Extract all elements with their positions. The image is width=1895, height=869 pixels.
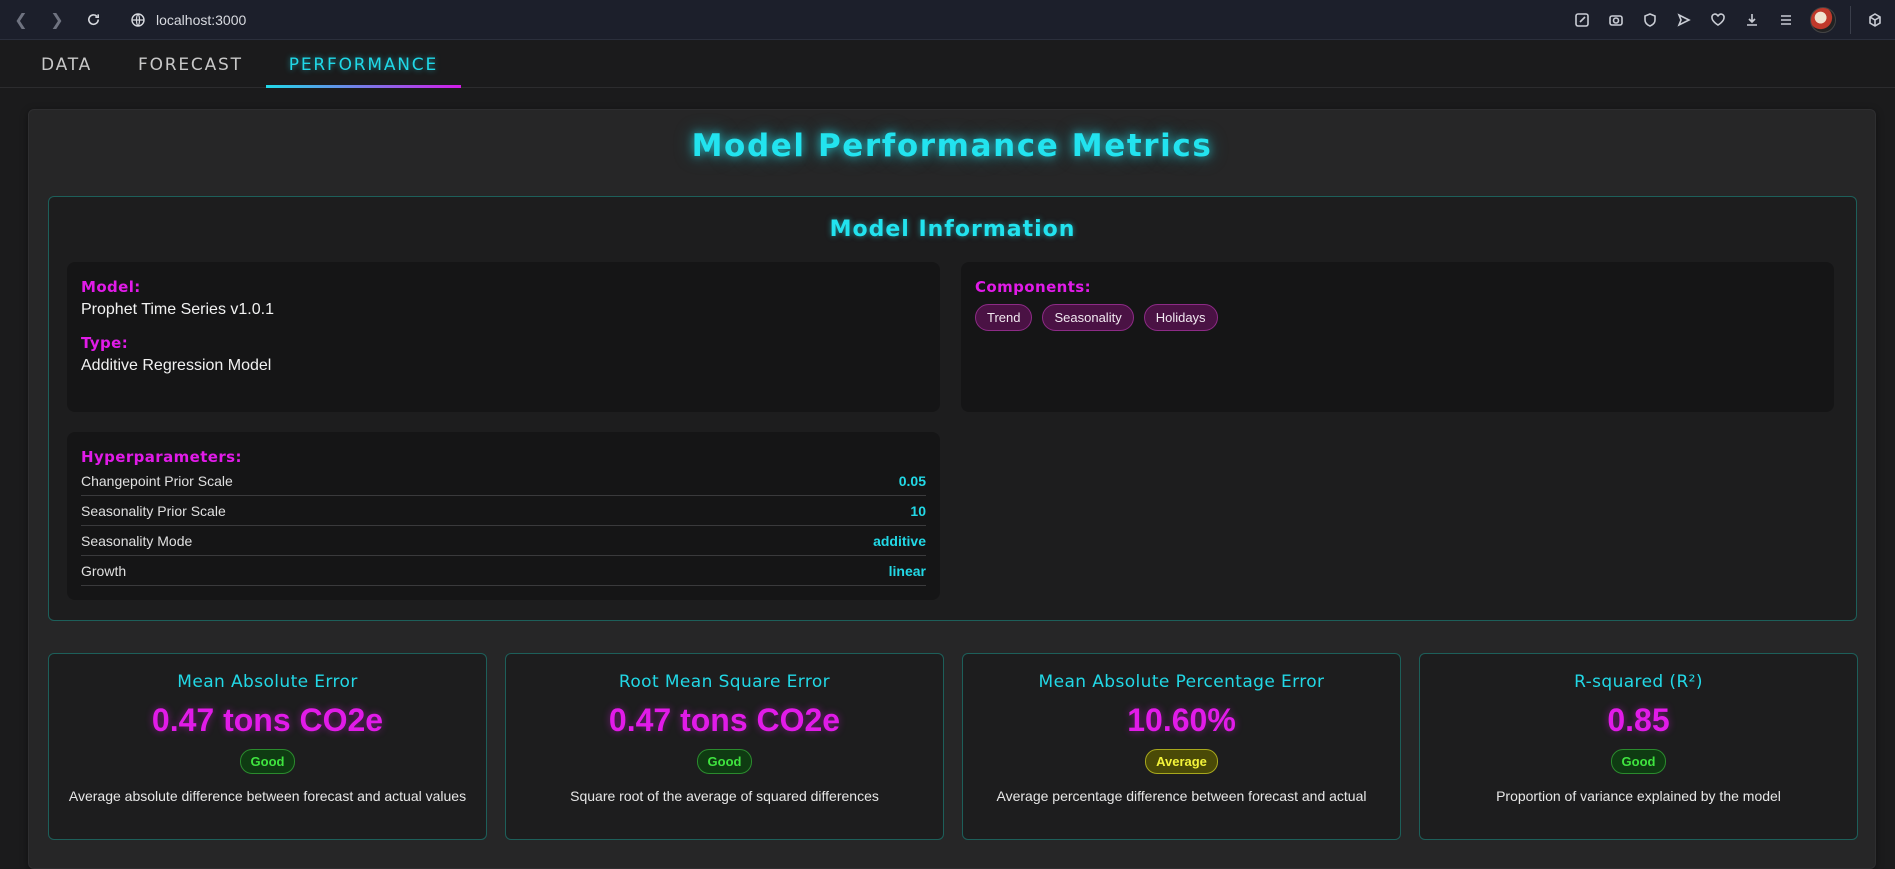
shield-icon[interactable] (1640, 10, 1660, 30)
edit-icon[interactable] (1572, 10, 1592, 30)
hyperparameter-value: 10 (910, 502, 926, 519)
tab-bar: DATA FORECAST PERFORMANCE (0, 40, 1895, 88)
model-card: Model: Prophet Time Series v1.0.1 Type: … (67, 262, 940, 412)
hyperparameter-value: linear (888, 562, 926, 579)
components-list: Trend Seasonality Holidays (975, 304, 1820, 331)
metric-name: R-squared (R²) (1574, 672, 1703, 692)
model-information-title: Model Information (829, 217, 1076, 242)
component-chip: Trend (975, 304, 1033, 331)
browser-toolbar: ❮ ❯ localhost:3000 (0, 0, 1895, 40)
download-icon[interactable] (1742, 10, 1762, 30)
metric-name: Mean Absolute Percentage Error (1038, 672, 1325, 692)
metric-name: Mean Absolute Error (177, 672, 358, 692)
heart-icon[interactable] (1708, 10, 1728, 30)
model-value: Prophet Time Series v1.0.1 (81, 301, 274, 318)
tab-data[interactable]: DATA (18, 55, 115, 87)
page-title: Model Performance Metrics (691, 128, 1213, 164)
metric-description: Square root of the average of squared di… (570, 788, 879, 804)
toolbar-divider (1850, 5, 1851, 34)
hyperparameter-name: Changepoint Prior Scale (81, 472, 233, 489)
metric-card-r-squared: R-squared (R²) 0.85 Good Proportion of v… (1419, 653, 1858, 840)
metric-description: Average absolute difference between fore… (68, 788, 467, 804)
rating-badge: Good (696, 749, 753, 774)
metric-name: Root Mean Square Error (618, 672, 831, 692)
hyperparameter-name: Seasonality Prior Scale (81, 502, 226, 519)
camera-icon[interactable] (1606, 10, 1626, 30)
rating-badge: Good (1610, 749, 1667, 774)
reload-icon[interactable] (82, 9, 104, 31)
rating-badge: Good (239, 749, 296, 774)
app-root: DATA FORECAST PERFORMANCE Model Performa… (0, 40, 1895, 869)
components-label: Components: (975, 278, 1092, 296)
metric-card-mape: Mean Absolute Percentage Error 10.60% Av… (962, 653, 1401, 840)
hyperparameter-row: Growth linear (81, 556, 926, 586)
model-label: Model: (81, 278, 141, 296)
metric-description: Proportion of variance explained by the … (1496, 788, 1781, 804)
extension-cube-icon[interactable] (1865, 10, 1885, 30)
hyperparameter-value: additive (873, 532, 926, 549)
metric-value: 0.47 tons CO2e (151, 702, 384, 738)
component-chip: Seasonality (1042, 304, 1134, 331)
hyperparameter-name: Seasonality Mode (81, 532, 193, 549)
metric-card-rmse: Root Mean Square Error 0.47 tons CO2e Go… (505, 653, 944, 840)
globe-icon (131, 12, 145, 27)
profile-avatar[interactable] (1810, 6, 1836, 33)
url-text: localhost:3000 (156, 11, 247, 28)
metric-value: 0.85 (1607, 702, 1670, 738)
model-information-section: Model Information Model: Prophet Time Se… (48, 196, 1857, 621)
type-value: Additive Regression Model (81, 357, 272, 374)
tab-performance[interactable]: PERFORMANCE (265, 55, 462, 88)
metric-value: 0.47 tons CO2e (608, 702, 841, 738)
performance-panel: Model Performance Metrics Model Informat… (28, 109, 1876, 869)
tab-forecast[interactable]: FORECAST (115, 55, 266, 87)
hyperparameter-row: Seasonality Mode additive (81, 526, 926, 556)
type-label: Type: (81, 334, 129, 352)
send-icon[interactable] (1674, 10, 1694, 30)
hyperparameter-value: 0.05 (898, 472, 926, 489)
components-card: Components: Trend Seasonality Holidays (961, 262, 1834, 412)
metric-card-mae: Mean Absolute Error 0.47 tons CO2e Good … (48, 653, 487, 840)
forward-icon[interactable]: ❯ (46, 9, 68, 31)
hyperparameters-card: Hyperparameters: Changepoint Prior Scale… (67, 432, 940, 600)
hyperparameter-row: Seasonality Prior Scale 10 (81, 496, 926, 526)
menu-icon[interactable] (1776, 10, 1796, 30)
rating-badge: Average (1145, 749, 1218, 774)
metric-description: Average percentage difference between fo… (996, 788, 1367, 804)
hyperparameter-row: Changepoint Prior Scale 0.05 (81, 466, 926, 496)
component-chip: Holidays (1143, 304, 1218, 331)
hyperparameters-label: Hyperparameters: (81, 448, 242, 466)
metric-value: 10.60% (1127, 702, 1236, 738)
hyperparameter-name: Growth (81, 562, 127, 579)
address-bar[interactable]: localhost:3000 (130, 12, 246, 28)
back-icon[interactable]: ❮ (10, 9, 32, 31)
